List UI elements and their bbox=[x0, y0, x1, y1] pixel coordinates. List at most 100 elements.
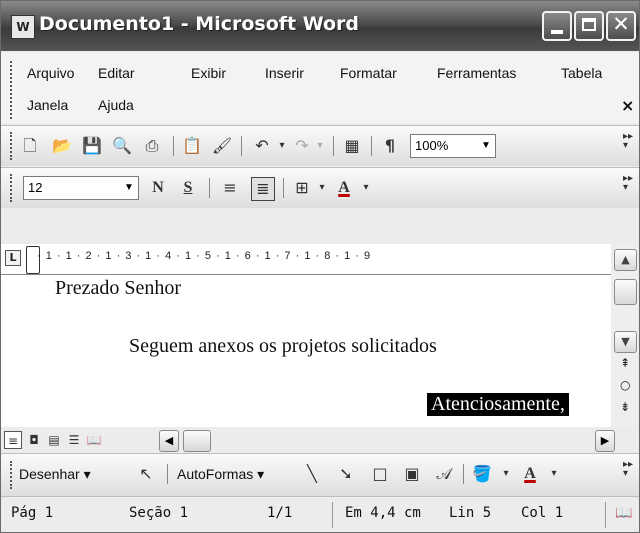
selected-text[interactable]: Atenciosamente, bbox=[427, 393, 569, 416]
separator bbox=[332, 502, 333, 528]
web-layout-icon[interactable]: ◘ bbox=[25, 431, 43, 449]
wordart-icon[interactable]: 𝒜 bbox=[433, 463, 455, 485]
previous-page-icon[interactable]: ⇞ bbox=[620, 356, 630, 370]
align-justify-icon[interactable]: ≡ bbox=[219, 177, 241, 199]
borders-icon[interactable]: ⊞ bbox=[291, 177, 313, 199]
separator bbox=[167, 464, 168, 484]
document-line[interactable]: Prezado Senhor bbox=[55, 277, 181, 300]
spelling-status-icon[interactable]: 📖 bbox=[615, 505, 632, 521]
horizontal-ruler[interactable]: L · 1 · 1 · 2 · 1 · 3 · 1 · 4 · 1 · 5 · … bbox=[1, 244, 611, 275]
separator bbox=[333, 136, 334, 156]
print-icon[interactable]: ⎙ bbox=[141, 135, 163, 157]
close-button[interactable]: ✕ bbox=[606, 11, 636, 41]
underline-button[interactable]: S bbox=[177, 177, 199, 199]
borders-dropdown-icon[interactable]: ▾ bbox=[311, 177, 333, 199]
bold-button[interactable]: N bbox=[147, 177, 169, 199]
menu-ferramentas[interactable]: Ferramentas bbox=[437, 65, 516, 81]
undo-icon[interactable]: ↶ bbox=[251, 135, 273, 157]
minimize-icon bbox=[551, 30, 563, 34]
format-painter-icon[interactable]: 🖌 bbox=[211, 135, 233, 157]
minimize-button[interactable] bbox=[542, 11, 572, 41]
normal-view-icon[interactable]: ≡ bbox=[4, 431, 22, 449]
separator bbox=[241, 136, 242, 156]
horizontal-scroll-thumb[interactable] bbox=[183, 430, 211, 452]
next-page-icon[interactable]: ⇟ bbox=[620, 400, 630, 414]
status-section: Seção 1 bbox=[129, 505, 189, 521]
menu-ajuda[interactable]: Ajuda bbox=[98, 97, 134, 113]
scroll-right-button[interactable]: ▶ bbox=[595, 430, 615, 452]
print-preview-icon[interactable]: 🔍 bbox=[111, 135, 133, 157]
zoom-value: 100% bbox=[415, 138, 449, 153]
font-size-value: 12 bbox=[28, 180, 43, 195]
font-color-button[interactable]: A bbox=[519, 463, 541, 485]
draw-label: Desenhar bbox=[19, 466, 80, 482]
fill-color-dropdown-icon[interactable]: ▾ bbox=[495, 463, 517, 485]
menu-tabela[interactable]: Tabela bbox=[561, 65, 602, 81]
close-icon: ✕ bbox=[612, 12, 630, 36]
align-center-icon[interactable]: ≣ bbox=[251, 177, 275, 201]
undo-dropdown-icon[interactable]: ▾ bbox=[271, 135, 293, 157]
menu-formatar[interactable]: Formatar bbox=[340, 65, 397, 81]
document-page[interactable]: Prezado Senhor Seguem anexos os projetos… bbox=[1, 275, 611, 427]
new-icon[interactable]: 🗋 bbox=[19, 135, 41, 157]
table-icon[interactable]: ▦ bbox=[341, 135, 363, 157]
menu-grip[interactable] bbox=[10, 61, 15, 119]
chevron-down-icon[interactable]: ▼ bbox=[120, 177, 138, 199]
font-size-select[interactable]: 12 ▼ bbox=[23, 176, 139, 200]
close-document-icon[interactable]: × bbox=[621, 96, 634, 115]
show-formatting-icon[interactable]: ¶ bbox=[379, 135, 401, 157]
horizontal-scrollbar-area: ≡ ◘ ▤ ☰ 📖 ◀ ▶ bbox=[1, 428, 639, 452]
open-icon[interactable]: 📂 bbox=[51, 135, 73, 157]
status-position: Em 4,4 cm bbox=[345, 505, 421, 521]
paste-icon[interactable]: 📋 bbox=[181, 135, 203, 157]
menu-bar: Arquivo Editar Exibir Inserir Formatar F… bbox=[1, 53, 639, 123]
separator bbox=[371, 136, 372, 156]
scroll-up-button[interactable]: ▲ bbox=[614, 249, 637, 271]
toolbar-grip[interactable] bbox=[10, 132, 15, 160]
menu-editar[interactable]: Editar bbox=[98, 65, 135, 81]
vertical-scrollbar[interactable]: ▲ ▼ ⇞ ○ ⇟ bbox=[612, 244, 638, 427]
word-window: W Documento1 - Microsoft Word ✕ Arquivo … bbox=[0, 0, 640, 533]
fill-color-icon[interactable]: 🪣 bbox=[471, 463, 493, 485]
chevron-down-icon[interactable]: ▼ bbox=[477, 135, 495, 157]
separator bbox=[283, 178, 284, 198]
toolbar-options-icon[interactable]: ▸▸ ▾ bbox=[623, 460, 633, 479]
menu-exibir[interactable]: Exibir bbox=[191, 65, 226, 81]
rectangle-icon[interactable]: □ bbox=[369, 463, 391, 485]
print-layout-icon[interactable]: ▤ bbox=[45, 431, 63, 449]
separator bbox=[173, 136, 174, 156]
drawing-toolbar: Desenhar ▾ ↖ AutoFormas ▾ ╲ ➘ □ ▣ 𝒜 🪣 ▾ … bbox=[1, 453, 639, 496]
toolbar-options-icon[interactable]: ▸▸ ▾ bbox=[623, 174, 633, 193]
arrow-icon[interactable]: ➘ bbox=[335, 463, 357, 485]
toolbar-grip[interactable] bbox=[10, 174, 15, 202]
text-box-icon[interactable]: ▣ bbox=[401, 463, 423, 485]
scroll-thumb[interactable] bbox=[614, 279, 637, 305]
document-line[interactable]: Seguem anexos os projetos solicitados bbox=[129, 335, 437, 358]
select-browse-object-icon[interactable]: ○ bbox=[620, 378, 630, 392]
standard-toolbar: 🗋 📂 💾 🔍 ⎙ 📋 🖌 ↶ ▾ ↷ ▾ ▦ ¶ 100% ▼ ▸▸ ▾ bbox=[1, 125, 639, 166]
status-pages: 1/1 bbox=[267, 505, 293, 521]
tab-selector-icon[interactable]: L bbox=[5, 250, 21, 266]
toolbar-options-icon[interactable]: ▸▸ ▾ bbox=[623, 132, 633, 151]
toolbar-grip[interactable] bbox=[10, 461, 15, 489]
title-bar[interactable]: W Documento1 - Microsoft Word ✕ bbox=[1, 1, 639, 51]
font-color-button[interactable]: A bbox=[333, 177, 355, 199]
scroll-down-button[interactable]: ▼ bbox=[614, 331, 637, 353]
font-color-dropdown-icon[interactable]: ▾ bbox=[355, 177, 377, 199]
line-icon[interactable]: ╲ bbox=[301, 463, 323, 485]
select-objects-icon[interactable]: ↖ bbox=[135, 463, 157, 485]
save-icon[interactable]: 💾 bbox=[81, 135, 103, 157]
redo-dropdown-icon[interactable]: ▾ bbox=[309, 135, 331, 157]
word-icon[interactable]: W bbox=[11, 15, 35, 39]
draw-menu-button[interactable]: Desenhar ▾ bbox=[19, 466, 91, 483]
autoshapes-menu-button[interactable]: AutoFormas ▾ bbox=[177, 466, 264, 483]
font-color-dropdown-icon[interactable]: ▾ bbox=[543, 463, 565, 485]
outline-view-icon[interactable]: ☰ bbox=[65, 431, 83, 449]
menu-arquivo[interactable]: Arquivo bbox=[27, 65, 74, 81]
menu-janela[interactable]: Janela bbox=[27, 97, 68, 113]
zoom-select[interactable]: 100% ▼ bbox=[410, 134, 496, 158]
menu-inserir[interactable]: Inserir bbox=[265, 65, 304, 81]
scroll-left-button[interactable]: ◀ bbox=[159, 430, 179, 452]
reading-layout-icon[interactable]: 📖 bbox=[85, 431, 103, 449]
maximize-button[interactable] bbox=[574, 11, 604, 41]
